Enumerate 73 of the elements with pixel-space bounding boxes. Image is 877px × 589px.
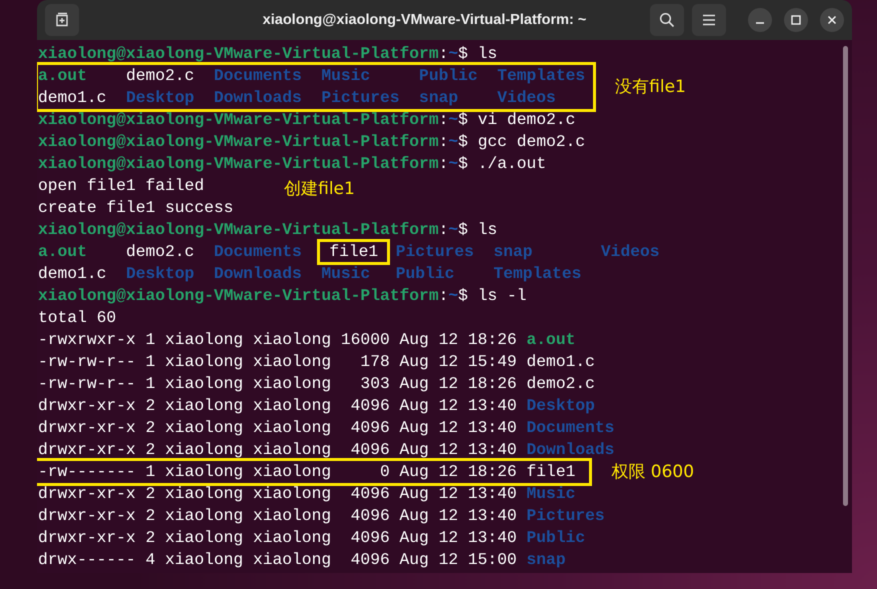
file-name: a.out	[38, 241, 88, 263]
new-tab-icon	[54, 12, 70, 28]
file-name: Public	[396, 263, 456, 285]
search-icon	[659, 12, 675, 28]
file-name: Documents	[214, 65, 302, 87]
file-name: demo1.c	[38, 263, 106, 285]
file-name: snap	[419, 87, 460, 109]
file-name: a.out	[38, 65, 88, 87]
window-title: xiaolong@xiaolong-VMware-Virtual-Platform: ~	[262, 12, 588, 28]
search-button[interactable]	[650, 4, 684, 36]
file-name: Documents	[526, 417, 614, 439]
new-tab-button[interactable]	[45, 4, 79, 36]
file-name: Videos	[600, 241, 660, 263]
file-name: Desktop	[526, 395, 595, 417]
file-name: Public	[419, 65, 478, 87]
close-button[interactable]	[820, 8, 844, 32]
file-name: file1	[526, 461, 576, 483]
file-name: demo2.c	[126, 65, 194, 87]
prompt-line: xiaolong@xiaolong-VMware-Virtual-Platform:~$ gcc demo2.c	[38, 131, 586, 153]
file-details: drwxr-xr-x 2 xiaolong xiaolong 4096 Aug 12 13:40	[38, 395, 517, 417]
file-name: Music	[321, 263, 372, 285]
file-name: snap	[493, 241, 534, 263]
file-details: drwxr-xr-x 2 xiaolong xiaolong 4096 Aug 12 13:40	[38, 505, 517, 527]
file-details: drwxr-xr-x 2 xiaolong xiaolong 4096 Aug 12 13:40	[38, 483, 517, 505]
file-name: a.out	[526, 329, 576, 351]
prompt-line: xiaolong@xiaolong-VMware-Virtual-Platform:~$ ls -l	[38, 285, 527, 307]
scrollbar-thumb[interactable]	[842, 46, 848, 506]
file-name: snap	[526, 549, 566, 571]
menu-button[interactable]	[692, 4, 726, 36]
annotation-note: 创建file1	[284, 178, 355, 200]
file-name: Desktop	[126, 263, 194, 285]
file-name: Desktop	[126, 87, 194, 109]
prompt-line: xiaolong@xiaolong-VMware-Virtual-Platform:~$ ./a.out	[38, 153, 546, 175]
minimize-button[interactable]	[748, 8, 772, 32]
output-text: create file1 success	[38, 197, 234, 219]
output-text: open file1 failed	[38, 175, 204, 197]
file-name: Music	[321, 65, 372, 87]
file-name: file1	[319, 241, 388, 263]
prompt-line: xiaolong@xiaolong-VMware-Virtual-Platform:~$ ls	[38, 219, 498, 241]
file-name: demo1.c	[38, 87, 106, 109]
file-name: Pictures	[526, 505, 605, 527]
file-name: Music	[526, 483, 576, 505]
file-details: drwxr-xr-x 2 xiaolong xiaolong 4096 Aug 12 13:40	[38, 527, 517, 549]
file-details: -rw------- 1 xiaolong xiaolong 0 Aug 12 18:26	[38, 461, 517, 483]
prompt-line: xiaolong@xiaolong-VMware-Virtual-Platform:~$ ls	[38, 43, 498, 65]
file-name: demo2.c	[126, 241, 194, 263]
file-name: Templates	[493, 263, 582, 285]
file-name: demo2.c	[526, 373, 595, 395]
minimize-icon	[755, 22, 765, 24]
prompt-line: xiaolong@xiaolong-VMware-Virtual-Platform:~$ vi demo2.c	[38, 109, 576, 131]
file-details: drwx------ 4 xiaolong xiaolong 4096 Aug 12 15:00	[38, 549, 517, 571]
file-details: -rw-rw-r-- 1 xiaolong xiaolong 303 Aug 12 18:26	[38, 373, 517, 395]
output-text: total 60	[38, 307, 116, 329]
file-name: Pictures	[321, 87, 400, 109]
annotation-note: 权限 0600	[611, 461, 694, 483]
menu-icon	[702, 14, 716, 26]
file-name: Public	[526, 527, 586, 549]
file-details: -rw-rw-r-- 1 xiaolong xiaolong 178 Aug 12 15:49	[38, 351, 517, 373]
maximize-button[interactable]	[784, 8, 808, 32]
file-name: demo1.c	[526, 351, 595, 373]
file-name: Videos	[497, 87, 557, 109]
file-name: Pictures	[396, 241, 474, 263]
file-details: drwxr-xr-x 2 xiaolong xiaolong 4096 Aug 12 13:40	[38, 417, 517, 439]
maximize-icon	[791, 15, 801, 25]
annotation-note: 没有file1	[615, 76, 686, 98]
file-name: Downloads	[214, 87, 302, 109]
close-icon	[827, 15, 837, 25]
file-name: Documents	[214, 241, 302, 263]
file-details: -rwxrwxr-x 1 xiaolong xiaolong 16000 Aug 12 18:26	[38, 329, 517, 351]
file-name: Templates	[497, 65, 586, 87]
file-details: drwxr-xr-x 2 xiaolong xiaolong 4096 Aug 12 13:40	[38, 439, 517, 461]
file-name: Downloads	[214, 263, 302, 285]
file-name: Downloads	[526, 439, 614, 461]
